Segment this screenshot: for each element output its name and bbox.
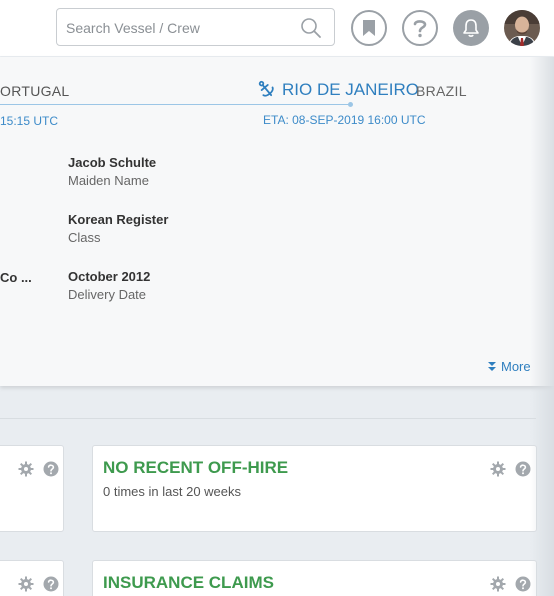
eta-label: ETA: 08-SEP-2019 16:00 UTC (263, 113, 426, 127)
class-value: Korean Register (68, 212, 169, 227)
class-field: Korean Register Class (68, 212, 168, 245)
route-end-dot (348, 102, 353, 107)
question-icon (413, 20, 427, 38)
more-link[interactable]: More (487, 359, 531, 374)
delivery-date-label: Delivery Date (68, 287, 147, 302)
offhire-title[interactable]: NO RECENT OFF-HIRE (103, 458, 288, 478)
notifications-button[interactable] (453, 10, 489, 46)
anchor-icon (258, 80, 274, 97)
help-button[interactable] (402, 10, 438, 46)
question-circle-icon[interactable] (42, 575, 59, 592)
gear-icon[interactable] (17, 575, 34, 592)
widget-card (0, 445, 64, 532)
avatar[interactable] (504, 10, 540, 46)
widget-card (0, 560, 64, 596)
truncated-value: Co ... (0, 270, 32, 285)
maiden-name-field: Jacob Schulte Maiden Name (68, 155, 156, 188)
delivery-date-field: October 2012 Delivery Date (68, 269, 150, 302)
class-label: Class (68, 230, 101, 245)
question-circle-icon[interactable] (514, 575, 531, 592)
delivery-date-value: October 2012 (68, 269, 151, 284)
scroll-edge-shadow (530, 57, 554, 596)
double-chevron-down-icon (488, 362, 496, 371)
offhire-widget: NO RECENT OFF-HIRE 0 times in last 20 we… (92, 445, 537, 532)
maiden-name-value: Jacob Schulte (68, 155, 157, 170)
route-line (0, 104, 350, 105)
gear-icon[interactable] (17, 460, 34, 477)
gear-icon[interactable] (489, 460, 506, 477)
search-input[interactable]: Search Vessel / Crew (56, 8, 335, 46)
search-placeholder: Search Vessel / Crew (66, 20, 200, 36)
bookmark-icon (363, 20, 375, 36)
question-circle-icon[interactable] (42, 460, 59, 477)
origin-country: ORTUGAL (0, 83, 70, 99)
destination-port[interactable]: RIO DE JANEIRO (282, 80, 419, 100)
user-avatar-icon (504, 10, 540, 46)
voyage-card: ORTUGAL 15:15 UTC RIO DE JANEIRO BRAZIL … (0, 57, 554, 386)
top-bar: Search Vessel / Crew (0, 0, 554, 56)
section-divider (0, 418, 536, 419)
departure-time: 15:15 UTC (0, 114, 59, 128)
insurance-widget: INSURANCE CLAIMS (92, 560, 537, 596)
destination-country: BRAZIL (416, 83, 467, 99)
insurance-title[interactable]: INSURANCE CLAIMS (103, 573, 274, 593)
search-icon[interactable] (300, 17, 322, 39)
maiden-name-label: Maiden Name (68, 173, 149, 188)
bell-icon (463, 19, 479, 37)
more-label: More (501, 359, 531, 374)
question-circle-icon[interactable] (514, 460, 531, 477)
bookmark-button[interactable] (351, 10, 387, 46)
offhire-subtitle: 0 times in last 20 weeks (103, 484, 242, 499)
gear-icon[interactable] (489, 575, 506, 592)
